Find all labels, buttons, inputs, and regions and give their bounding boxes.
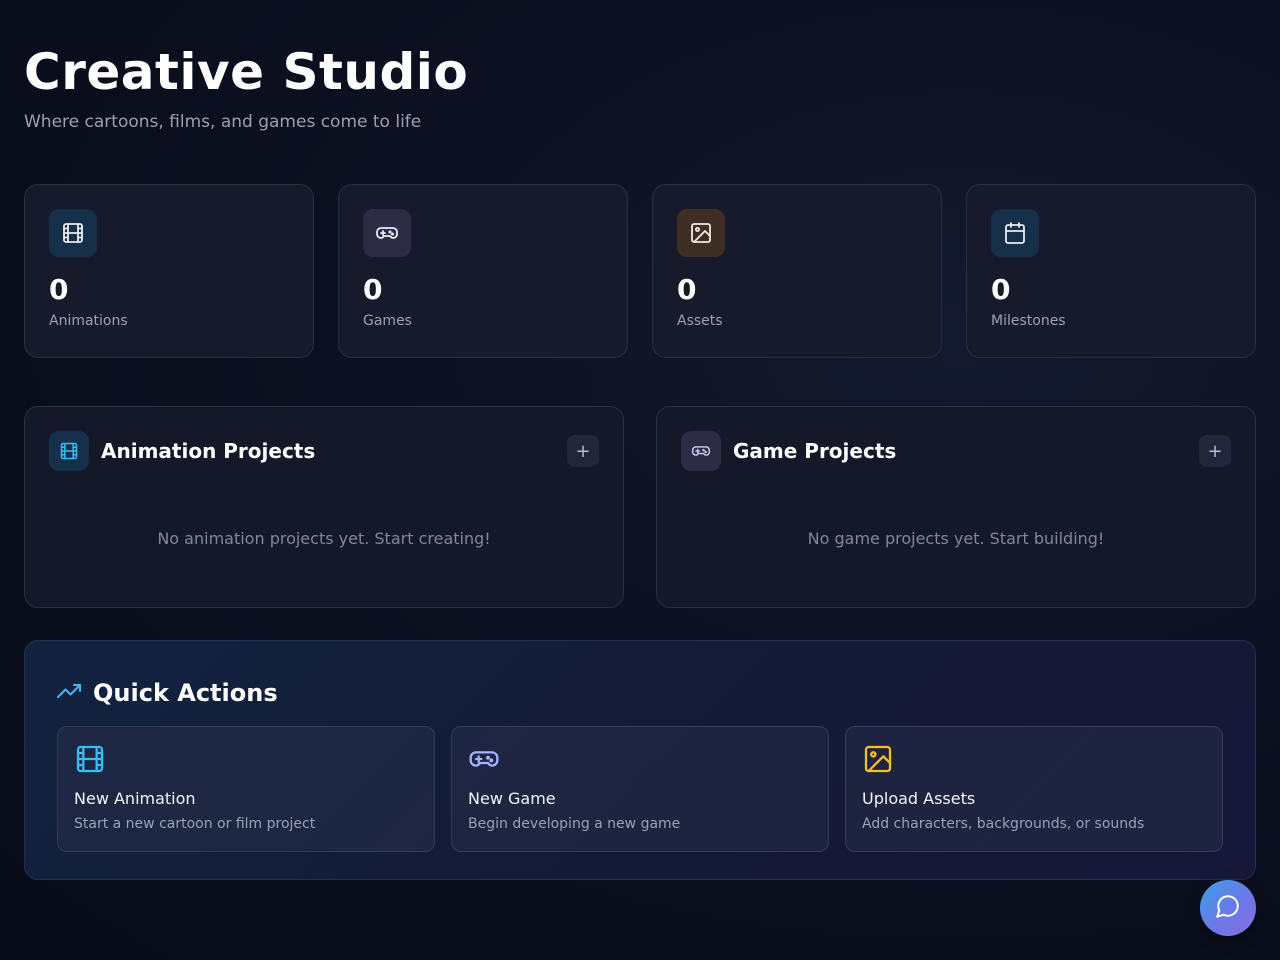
page-header: Creative Studio Where cartoons, films, a… <box>24 44 468 132</box>
stat-card-assets: 0 Assets <box>652 184 942 358</box>
chat-button[interactable] <box>1200 880 1256 936</box>
empty-state-text: No animation projects yet. Start creatin… <box>157 529 491 548</box>
stats-row: 0 Animations 0 Games 0 Assets 0 Mileston… <box>24 184 1256 358</box>
action-title: New Animation <box>74 789 196 808</box>
film-icon <box>74 743 106 775</box>
stat-value: 0 <box>49 273 69 306</box>
panel-title: Animation Projects <box>101 439 316 463</box>
calendar-icon <box>991 209 1039 257</box>
action-description: Begin developing a new game <box>468 816 681 832</box>
stat-label: Animations <box>49 313 128 329</box>
action-title: New Game <box>468 789 556 808</box>
stat-card-animations: 0 Animations <box>24 184 314 358</box>
empty-state-text: No game projects yet. Start building! <box>807 529 1105 548</box>
game-projects-panel: Game Projects + No game projects yet. St… <box>656 406 1256 608</box>
stat-label: Milestones <box>991 313 1066 329</box>
trending-up-icon <box>57 679 81 707</box>
new-animation-button[interactable]: New Animation Start a new cartoon or fil… <box>57 726 435 852</box>
chat-bubble-icon <box>1215 893 1241 923</box>
gamepad-icon <box>468 743 500 775</box>
upload-assets-button[interactable]: Upload Assets Add characters, background… <box>845 726 1223 852</box>
action-description: Start a new cartoon or film project <box>74 816 316 832</box>
image-icon <box>862 743 894 775</box>
new-game-button[interactable]: New Game Begin developing a new game <box>451 726 829 852</box>
stat-value: 0 <box>363 273 383 306</box>
stat-value: 0 <box>991 273 1011 306</box>
add-animation-button[interactable]: + <box>567 435 599 467</box>
image-icon <box>677 209 725 257</box>
action-description: Add characters, backgrounds, or sounds <box>862 816 1145 832</box>
gamepad-icon <box>681 431 721 471</box>
quick-actions-title: Quick Actions <box>93 679 278 707</box>
projects-row: Animation Projects + No animation projec… <box>24 406 1256 608</box>
action-title: Upload Assets <box>862 789 976 808</box>
quick-actions-panel: Quick Actions New Animation Start a new … <box>24 640 1256 880</box>
film-icon <box>49 209 97 257</box>
stat-value: 0 <box>677 273 697 306</box>
stat-label: Games <box>363 313 412 329</box>
stat-label: Assets <box>677 313 723 329</box>
panel-title: Game Projects <box>733 439 897 463</box>
add-game-button[interactable]: + <box>1199 435 1231 467</box>
stat-card-milestones: 0 Milestones <box>966 184 1256 358</box>
gamepad-icon <box>363 209 411 257</box>
animation-projects-panel: Animation Projects + No animation projec… <box>24 406 624 608</box>
page-subtitle: Where cartoons, films, and games come to… <box>24 112 422 132</box>
film-icon <box>49 431 89 471</box>
page-title: Creative Studio <box>24 43 469 101</box>
stat-card-games: 0 Games <box>338 184 628 358</box>
